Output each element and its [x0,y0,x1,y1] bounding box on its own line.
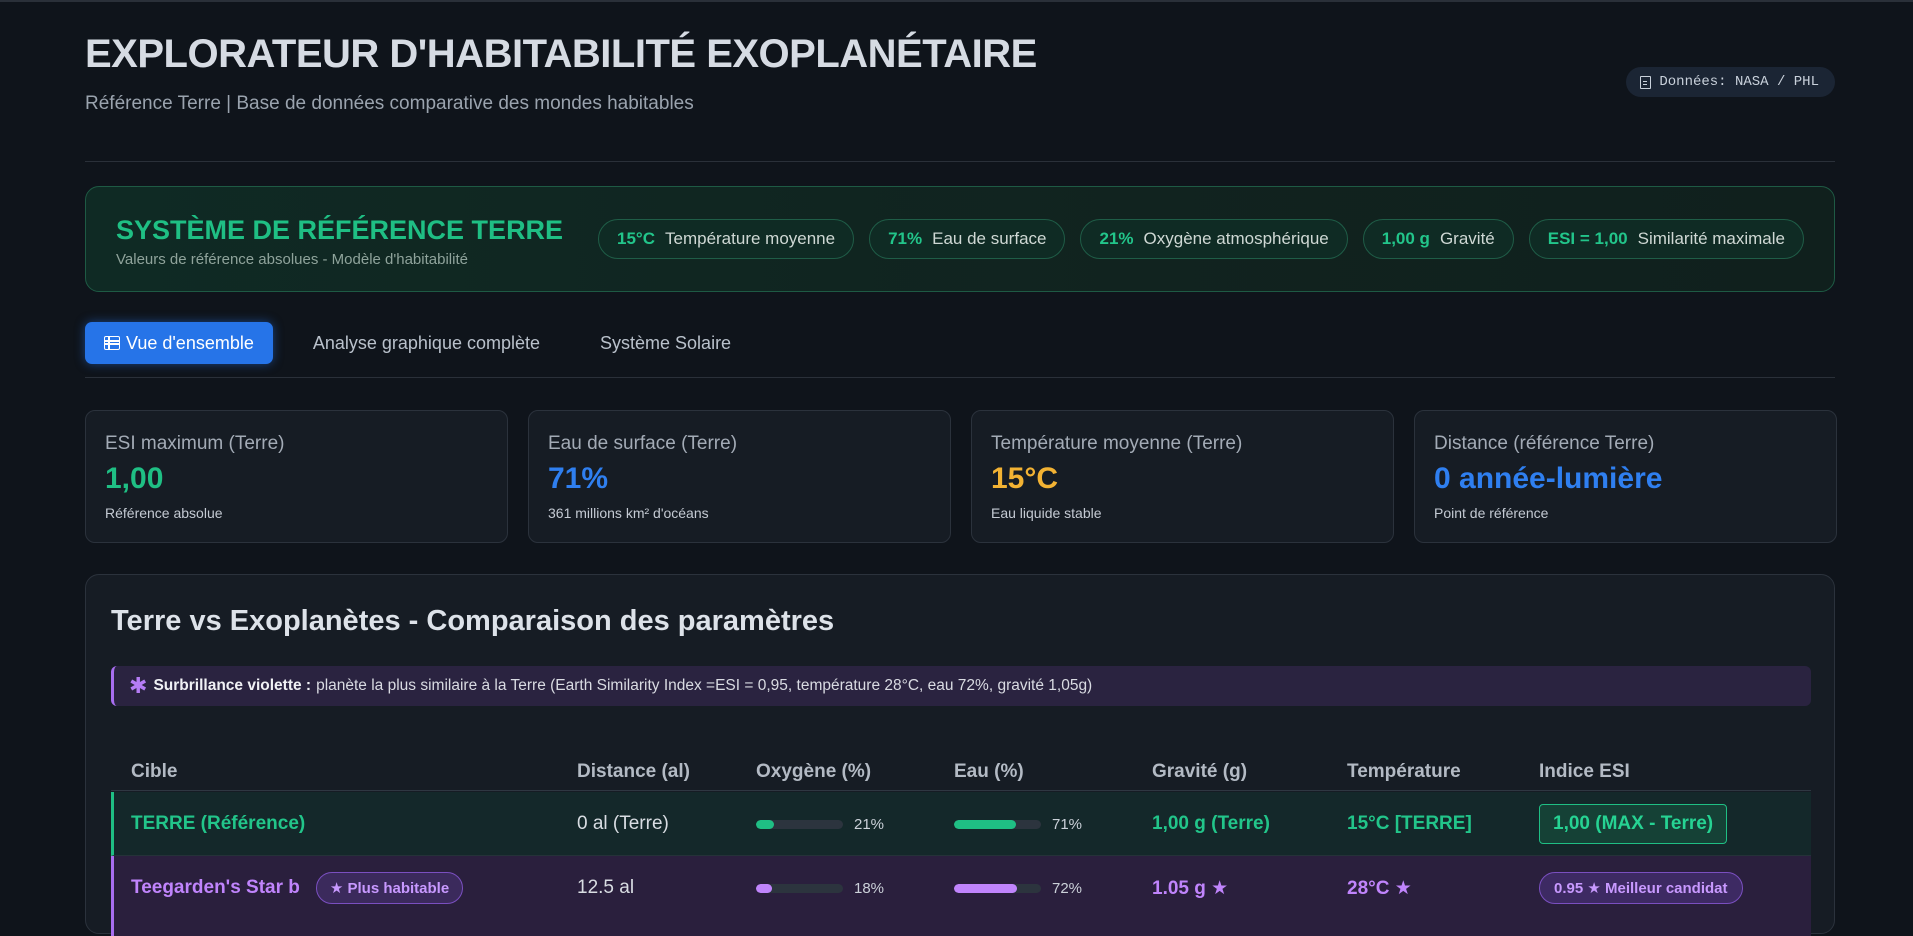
ref-chip-water: 71% Eau de surface [869,219,1066,259]
oxygen-percent: 18% [854,879,885,897]
stat-card-distance: Distance (référence Terre) 0 année-lumiè… [1414,410,1837,543]
column-header-target[interactable]: Cible [131,761,177,783]
most-habitable-badge: ★ Plus habitable [315,872,464,904]
row-temperature: 15°C [TERRE] [1347,813,1472,834]
stat-card-value: 71% [548,462,609,495]
ref-chip-value: 1,00 g [1381,229,1430,248]
ref-chip-label: Eau de surface [932,229,1047,248]
reference-chips: 15°C Température moyenne 71% Eau de surf… [598,219,1804,259]
data-source-badge: Données: NASA / PHL [1626,67,1835,97]
stat-card-water: Eau de surface (Terre) 71% 361 millions … [528,410,951,543]
water-bar [954,883,1041,893]
stat-card-value: 0 année-lumière [1434,462,1663,495]
reference-title: SYSTÈME DE RÉFÉRENCE TERRE [116,215,564,245]
stat-card-label: Eau de surface (Terre) [548,433,738,454]
table-row-teegarden[interactable]: Teegarden's Star b ★ Plus habitable 12.5… [111,856,1811,936]
highlight-note-text: planète la plus similaire à la Terre (Ea… [316,677,1093,694]
esi-badge-earth: 1,00 (MAX - Terre) [1539,804,1728,844]
row-target-name: Teegarden's Star b [131,877,300,898]
row-distance: 0 al (Terre) [577,813,669,834]
comparison-title: Terre vs Exoplanètes - Comparaison des p… [111,605,835,637]
row-esi: 0.95 ★ Meilleur candidat [1539,856,1743,920]
row-target-name: TERRE (Référence) [131,813,306,834]
esi-badge-best-candidate: 0.95 ★ Meilleur candidat [1539,872,1743,904]
oxygen-bar [756,819,843,829]
stat-card-label: ESI maximum (Terre) [105,433,285,454]
row-esi: 1,00 (MAX - Terre) [1539,792,1728,856]
tab-overview-label: Vue d'ensemble [126,332,254,353]
comparison-panel: Terre vs Exoplanètes - Comparaison des p… [85,574,1835,936]
oxygen-bar-fill [756,819,775,829]
stat-card-note: Eau liquide stable [991,505,1102,521]
row-oxygen: 18% [756,856,884,920]
row-temperature: 28°C ★ [1347,877,1412,899]
row-target: Teegarden's Star b ★ Plus habitable [131,856,464,920]
highlight-note-bold: Surbrillance violette : [153,677,312,694]
row-water: 71% [954,792,1082,856]
reference-subtitle: Valeurs de référence absolues - Modèle d… [116,251,468,268]
oxygen-percent: 21% [854,815,885,833]
stat-card-note: Référence absolue [105,505,223,521]
page-header: EXPLORATEUR D'HABITABILITÉ EXOPLANÉTAIRE… [85,0,1835,162]
water-bar-fill [954,819,1016,829]
table-icon [104,336,120,350]
water-percent: 72% [1052,879,1083,897]
stat-card-temperature: Température moyenne (Terre) 15°C Eau liq… [971,410,1394,543]
stat-cards: ESI maximum (Terre) 1,00 Référence absol… [85,410,1837,543]
ref-chip-value: 21% [1099,229,1134,248]
ref-chip-value: 15°C [617,229,655,248]
column-header-oxygen[interactable]: Oxygène (%) [756,761,871,783]
water-bar [954,819,1041,829]
stat-card-label: Température moyenne (Terre) [991,433,1243,454]
row-water: 72% [954,856,1082,920]
ref-chip-label: Gravité [1439,229,1495,248]
highlight-note: ✱ Surbrillance violette : planète la plu… [111,666,1811,706]
column-header-esi[interactable]: Indice ESI [1539,761,1630,783]
oxygen-bar-fill [756,883,772,893]
stat-card-esi: ESI maximum (Terre) 1,00 Référence absol… [85,410,508,543]
ref-chip-value: 71% [888,229,923,248]
stat-card-note: Point de référence [1434,505,1549,521]
row-gravity: 1.05 g ★ [1152,877,1229,899]
oxygen-bar [756,883,843,893]
ref-chip-esi: ESI = 1,00 Similarité maximale [1528,219,1804,259]
column-header-gravity[interactable]: Gravité (g) [1152,761,1247,783]
row-oxygen: 21% [756,792,884,856]
row-distance: 12.5 al [577,877,635,898]
stat-card-value: 15°C [991,462,1059,495]
row-gravity: 1,00 g (Terre) [1152,813,1270,834]
ref-chip-value: ESI = 1,00 [1547,229,1628,248]
earth-reference-panel: SYSTÈME DE RÉFÉRENCE TERRE Valeurs de ré… [85,186,1835,292]
ref-chip-oxygen: 21% Oxygène atmosphérique [1080,219,1348,259]
page-title: EXPLORATEUR D'HABITABILITÉ EXOPLANÉTAIRE [85,32,1037,76]
column-header-distance[interactable]: Distance (al) [577,761,690,783]
table-row-earth[interactable]: TERRE (Référence) 0 al (Terre) 21% 71% 1… [111,792,1811,856]
stat-card-value: 1,00 [105,462,164,495]
tab-overview[interactable]: Vue d'ensemble [85,322,273,364]
ref-chip-temperature: 15°C Température moyenne [598,219,855,259]
data-source-label: Données: NASA / PHL [1659,74,1819,90]
view-tabs: Vue d'ensemble Analyse graphique complèt… [85,322,1835,378]
ref-chip-label: Température moyenne [665,229,836,248]
water-percent: 71% [1052,815,1083,833]
page-subtitle: Référence Terre | Base de données compar… [85,93,694,114]
column-header-water[interactable]: Eau (%) [954,761,1024,783]
ref-chip-gravity: 1,00 g Gravité [1362,219,1514,259]
asterisk-icon: ✱ [129,673,148,698]
stat-card-label: Distance (référence Terre) [1434,433,1655,454]
water-bar-fill [954,883,1017,893]
document-icon [1640,75,1652,89]
ref-chip-label: Oxygène atmosphérique [1143,229,1329,248]
ref-chip-label: Similarité maximale [1637,229,1785,248]
tab-solar-system[interactable]: Système Solaire [580,322,751,364]
page-container: EXPLORATEUR D'HABITABILITÉ EXOPLANÉTAIRE… [85,0,1837,936]
column-header-temperature[interactable]: Température [1347,761,1461,783]
tab-graphic-analysis[interactable]: Analyse graphique complète [293,322,560,364]
stat-card-note: 361 millions km² d'océans [548,505,709,521]
